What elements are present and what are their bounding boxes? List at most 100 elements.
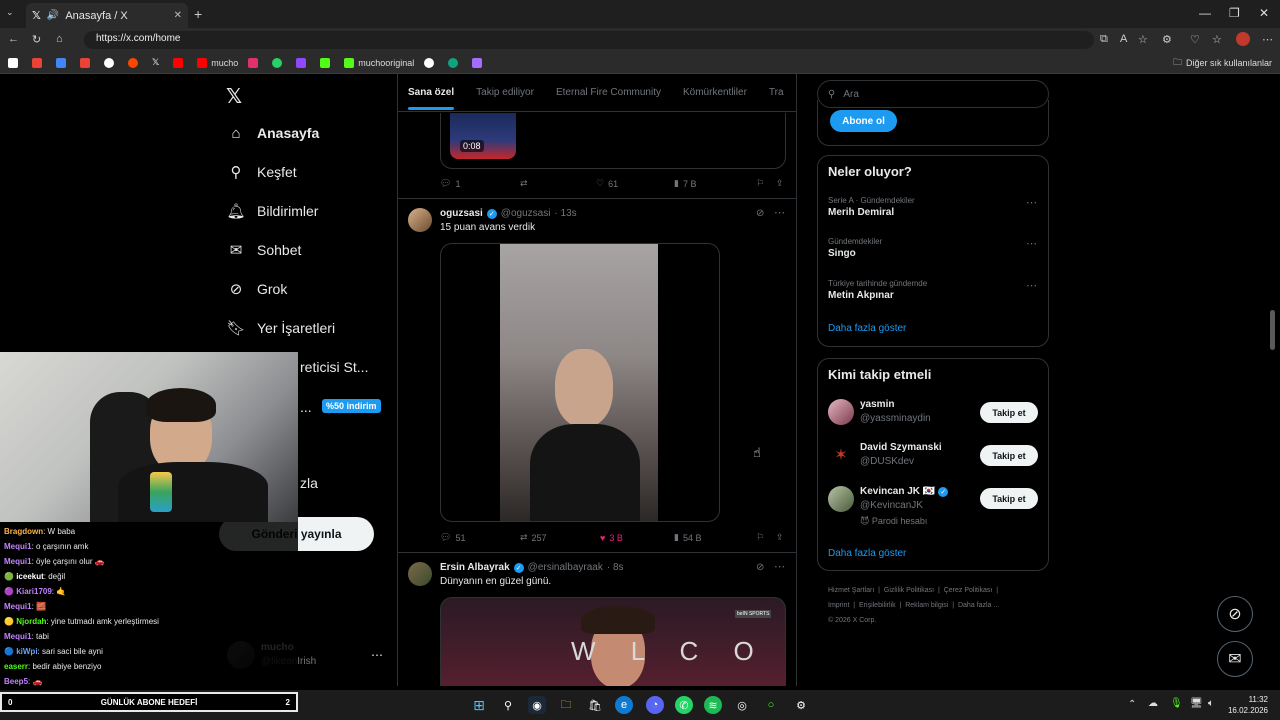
nav-item-more[interactable]: zla <box>300 475 318 491</box>
follow-button[interactable]: Takip et <box>980 445 1038 466</box>
whatsapp-taskbar-icon[interactable]: ✆ <box>675 696 693 714</box>
reply-button[interactable]: 💬︎ 1 <box>440 178 520 189</box>
new-tab-icon[interactable]: + <box>194 6 202 22</box>
suggested-user-name[interactable]: yasmin <box>860 399 894 410</box>
views-button[interactable]: ▮ 54 B <box>674 532 756 543</box>
tweet-author-name[interactable]: oguzsasi <box>440 208 483 219</box>
read-aloud-icon[interactable]: A <box>1120 33 1127 45</box>
maximize-icon[interactable]: ❐ <box>1229 6 1240 20</box>
store-icon[interactable]: 🛍︎ <box>586 696 604 714</box>
trend-more-icon[interactable]: ⋯ <box>1026 237 1037 250</box>
extensions-icon[interactable]: ⚙ <box>1162 33 1172 46</box>
tab-following[interactable]: Takip ediliyor <box>476 87 534 98</box>
footer-link[interactable]: Erişilebilirlik <box>859 602 896 609</box>
nav-item-creator-studio[interactable]: reticisi St... <box>300 359 368 375</box>
nav-item-premium[interactable]: ... <box>300 399 312 415</box>
page-scrollbar-thumb[interactable] <box>1270 310 1275 350</box>
share-button[interactable]: ⇪ <box>776 532 784 543</box>
back-icon[interactable]: ← <box>8 33 19 45</box>
x-logo-icon[interactable]: 𝕏 <box>226 84 242 109</box>
spotify-icon[interactable]: ≋ <box>704 696 722 714</box>
grok-explain-icon[interactable]: ⊘ <box>756 562 764 573</box>
tweet-image[interactable]: W L C O M beIN SPORTS <box>440 597 786 686</box>
messages-fab-icon[interactable]: ✉ <box>1217 641 1253 677</box>
footer-link[interactable]: Çerez Politikası <box>944 587 993 594</box>
bookmark-1[interactable] <box>32 57 46 68</box>
suggested-user-name-row[interactable]: Kevincan JK 🇰🇷 ✓ <box>860 486 949 497</box>
nav-item-home[interactable]: ⌂ Anasayfa <box>227 124 319 142</box>
bookmark-7[interactable] <box>173 57 187 68</box>
edge-browser-icon[interactable]: e <box>615 696 633 714</box>
trend-more-icon[interactable]: ⋯ <box>1026 279 1037 292</box>
trend-item[interactable]: Türkiye tarihinde gündemde Metin Akpınar <box>828 279 927 301</box>
share-button[interactable]: ⇪ <box>776 178 784 189</box>
collections-icon[interactable]: ☆ <box>1212 33 1222 46</box>
tab-for-you[interactable]: Sana özel <box>408 87 455 110</box>
steam-icon[interactable]: ◉ <box>528 696 546 714</box>
trend-item[interactable]: Gündemdekiler Singo <box>828 237 882 259</box>
tweet-time[interactable]: · 8s <box>607 562 624 573</box>
bookmark-button[interactable]: ⚐ <box>756 178 776 189</box>
tab-actions-icon[interactable]: ⌄ <box>6 7 20 21</box>
footer-link[interactable]: Imprint <box>828 602 849 609</box>
tweet-avatar[interactable] <box>408 208 432 232</box>
retweet-button[interactable]: ⇄ 257 <box>520 532 600 543</box>
tweet-author-handle[interactable]: @ersinalbayraak <box>528 562 603 573</box>
bookmark-9[interactable] <box>248 57 262 68</box>
profile-avatar[interactable] <box>1236 32 1250 46</box>
url-field[interactable]: https://x.com/home <box>84 31 1094 49</box>
tray-clock[interactable]: 11:32 16.02.2026 <box>1226 694 1268 716</box>
trend-item[interactable]: Serie A · Gündemdekiler Merih Demiral <box>828 196 915 218</box>
close-window-icon[interactable]: ✕ <box>1259 6 1269 20</box>
tray-mic-icon[interactable]: 🎙︎ <box>1170 698 1183 709</box>
bookmark-11[interactable] <box>296 57 310 68</box>
suggested-user-name[interactable]: David Szymanski <box>860 442 942 453</box>
windows-start-icon[interactable]: ⊞ <box>470 696 488 714</box>
refresh-icon[interactable]: ↻ <box>32 33 41 46</box>
nav-item-explore[interactable]: ⚲ Keşfet <box>227 163 297 181</box>
bookmark-2[interactable] <box>56 57 70 68</box>
tray-network-icon[interactable]: 🖥︎ <box>1190 698 1203 709</box>
bookmark-14[interactable] <box>424 57 438 68</box>
like-button[interactable]: ♥ 3 B <box>600 533 674 543</box>
tab-partial[interactable]: Tra <box>769 87 784 98</box>
discord-icon[interactable]: ◔ <box>646 696 664 714</box>
retweet-button[interactable]: ⇄ <box>520 178 596 189</box>
file-explorer-icon[interactable]: 🗀 <box>557 696 575 714</box>
follow-button[interactable]: Takip et <box>980 488 1038 509</box>
bookmark-8[interactable]: mucho <box>197 57 238 68</box>
follow-button[interactable]: Takip et <box>980 402 1038 423</box>
split-view-icon[interactable]: ⧉ <box>1100 33 1108 46</box>
tab-komurkentliler[interactable]: Kömürkentliler <box>683 87 747 98</box>
suggested-user-avatar[interactable] <box>828 486 854 512</box>
tray-weather-icon[interactable]: ☁ <box>1148 698 1158 709</box>
tweet-more-icon[interactable]: ⋯ <box>774 206 785 219</box>
bookmark-15[interactable] <box>448 57 462 68</box>
favorite-star-icon[interactable]: ☆ <box>1138 33 1148 46</box>
bookmark-10[interactable] <box>272 57 286 68</box>
footer-link[interactable]: Reklam bilgisi <box>905 602 948 609</box>
account-menu-icon[interactable]: ⋯ <box>371 648 383 662</box>
tab-eternal-fire[interactable]: Eternal Fire Community <box>556 87 661 98</box>
bookmark-3[interactable] <box>80 57 94 68</box>
minimize-icon[interactable]: — <box>1199 6 1211 20</box>
like-button[interactable]: ♡ 61 <box>596 178 674 189</box>
tweet-author-name[interactable]: Ersin Albayrak <box>440 562 510 573</box>
obs-icon[interactable]: ◎ <box>733 696 751 714</box>
grok-fab-icon[interactable]: ⊘ <box>1217 596 1253 632</box>
trends-show-more-link[interactable]: Daha fazla göster <box>828 323 906 334</box>
tweet-avatar[interactable] <box>408 562 432 586</box>
browser-essentials-icon[interactable]: ♡ <box>1190 33 1200 46</box>
taskbar-search-icon[interactable]: ⚲ <box>499 696 517 714</box>
tray-volume-icon[interactable]: 🔈︎ <box>1208 698 1214 709</box>
browser-menu-icon[interactable]: ⋯ <box>1262 33 1273 46</box>
bookmark-12[interactable] <box>320 57 334 68</box>
bookmark-13[interactable]: muchooriginal <box>344 57 414 68</box>
tweet-video-thumbnail[interactable] <box>450 113 516 159</box>
tweet-author-handle[interactable]: @oguzsasi <box>501 208 551 219</box>
browser-tab[interactable]: 𝕏 🔊 Anasayfa / X ✕ <box>26 3 188 28</box>
grok-explain-icon[interactable]: ⊘ <box>756 208 764 219</box>
speaker-icon[interactable]: 🔊 <box>47 10 59 21</box>
views-button[interactable]: ▮ 7 B <box>674 178 756 189</box>
bookmark-16[interactable] <box>472 57 486 68</box>
